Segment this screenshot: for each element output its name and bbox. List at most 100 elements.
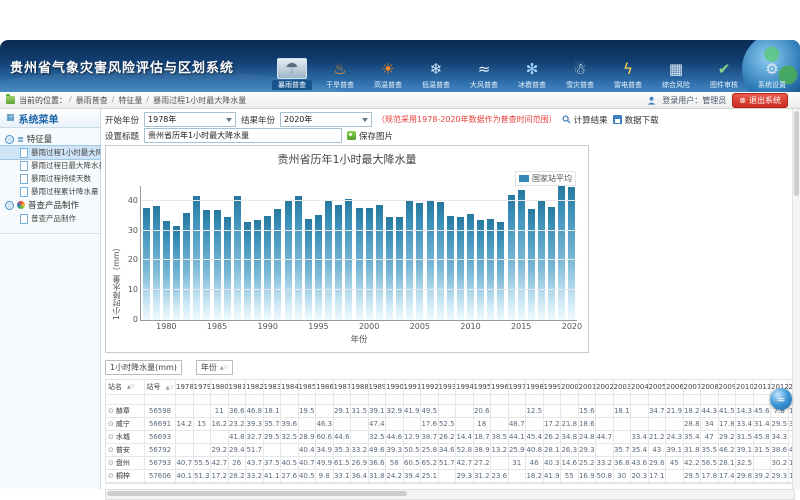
row-select-radio-icon[interactable]: ⊙ (108, 473, 114, 480)
col-year[interactable]: 1994 (456, 380, 474, 394)
tree-leaf[interactable]: 暴雨过程1小时最大降水量 (0, 146, 100, 159)
nav-item-system-settings[interactable]: ⚙系统设置 (752, 60, 792, 90)
nav-item-snow-survey[interactable]: ☃雪灾普查 (560, 60, 600, 90)
table-row[interactable]: ⊙赫章565981136.646.818.119.529.131.539.132… (106, 405, 794, 418)
nav-item-lightning-survey[interactable]: ϟ雷电普查 (608, 60, 648, 90)
bar-2019[interactable] (558, 186, 565, 320)
table-row[interactable]: ⊙盘州5679340.755.542.72643.737.540.540.749… (106, 457, 794, 470)
bar-1978[interactable] (143, 208, 150, 320)
nav-item-drought-survey[interactable]: ♨干旱普查 (320, 60, 360, 90)
nav-item-low-temp-survey[interactable]: ❄低温普查 (416, 60, 456, 90)
row-select-radio-icon[interactable]: ⊙ (108, 408, 114, 415)
sort-icons[interactable]: ▲▽ (127, 380, 135, 394)
end-year-select[interactable]: 2020年 (280, 112, 372, 127)
chart-legend[interactable]: 国家站平均 (515, 171, 576, 186)
blue-wave-badge-icon[interactable]: ≈ (770, 388, 792, 410)
logout-button[interactable]: ⊗ 退出系统 (732, 93, 788, 108)
col-year[interactable]: 2000 (561, 380, 579, 394)
col-year[interactable]: 2005 (649, 380, 667, 394)
col-year[interactable]: 1985 (299, 380, 317, 394)
bar-2006[interactable] (427, 201, 434, 320)
col-year[interactable]: 2001 (579, 380, 597, 394)
row-select-radio-icon[interactable]: ⊙ (108, 460, 114, 467)
table-row[interactable]: ⊙桐梓5760640.151.317.228.233.241.127.640.5… (106, 470, 794, 483)
nav-item-wind-survey[interactable]: ≈大风普查 (464, 60, 504, 90)
col-year[interactable]: 2010 (736, 380, 754, 394)
tree-leaf[interactable]: 暴雨过程持续天数 (0, 172, 100, 185)
vertical-scrollbar-thumb[interactable] (794, 111, 799, 196)
value-filter-box[interactable]: 1小时降水量(mm) (105, 360, 182, 375)
bar-1991[interactable] (274, 209, 281, 320)
bar-2000[interactable] (366, 208, 373, 320)
table-row[interactable]: ⊙水城5669341.832.729.532.528.960.644.632.5… (106, 431, 794, 444)
nav-item-map-review[interactable]: ✔图件审核 (704, 60, 744, 90)
col-year[interactable]: 1990 (386, 380, 404, 394)
breadcrumb-item[interactable]: 特征量 (118, 95, 142, 106)
col-year[interactable]: 1999 (544, 380, 562, 394)
bar-2007[interactable] (437, 202, 444, 320)
bar-2008[interactable] (447, 216, 454, 321)
col-year[interactable]: 2009 (719, 380, 737, 394)
bar-2013[interactable] (497, 222, 504, 320)
table-row[interactable]: ⊙威宁5669114.21516.223.239.335.739.646.347… (106, 418, 794, 431)
nav-item-hail-survey[interactable]: ✻冰雹普查 (512, 60, 552, 90)
bar-2005[interactable] (416, 203, 423, 320)
bar-1990[interactable] (264, 216, 271, 320)
bar-2014[interactable] (508, 195, 515, 320)
breadcrumb-item[interactable]: 暴雨过程1小时最大降水量 (153, 95, 246, 106)
bar-1994[interactable] (305, 219, 312, 321)
tree-branch[interactable]: 普查产品制作 (0, 198, 100, 212)
nav-item-rainstorm-survey[interactable]: ☂暴雨普查 (272, 58, 312, 90)
bar-1987[interactable] (234, 196, 241, 321)
bar-2004[interactable] (406, 201, 413, 320)
bar-1997[interactable] (335, 205, 342, 320)
row-select-radio-icon[interactable]: ⊙ (108, 434, 114, 441)
col-year[interactable]: 1980 (211, 380, 229, 394)
bar-1985[interactable] (214, 210, 221, 320)
col-year[interactable]: 1998 (526, 380, 544, 394)
bar-2012[interactable] (487, 219, 494, 321)
col-year[interactable]: 1983 (264, 380, 282, 394)
col-year[interactable]: 1982 (246, 380, 264, 394)
col-year[interactable]: 1978 (176, 380, 194, 394)
bar-2003[interactable] (396, 217, 403, 320)
bar-1981[interactable] (173, 226, 180, 320)
tree-branch[interactable]: ≣特征量 (0, 132, 100, 146)
bar-1983[interactable] (193, 196, 200, 321)
horizontal-scrollbar-thumb[interactable] (107, 491, 407, 496)
bar-1986[interactable] (224, 217, 231, 320)
bar-1993[interactable] (295, 196, 302, 320)
col-station-name[interactable]: 站名▲▽ (106, 380, 145, 394)
col-year[interactable]: 1986 (316, 380, 334, 394)
col-year[interactable]: 1996 (491, 380, 509, 394)
col-year[interactable]: 2008 (701, 380, 719, 394)
bar-2018[interactable] (548, 207, 555, 320)
col-year[interactable]: 2011 (754, 380, 772, 394)
col-year[interactable]: 2004 (631, 380, 649, 394)
col-year[interactable]: 1984 (281, 380, 299, 394)
row-select-radio-icon[interactable]: ⊙ (108, 421, 114, 428)
bar-1995[interactable] (315, 215, 322, 320)
year-sort-box[interactable]: 年份 ▲▽ (196, 360, 233, 375)
data-download-button[interactable]: 数据下载 (613, 114, 659, 126)
bar-2001[interactable] (376, 205, 383, 320)
tree-leaf[interactable]: 暴雨过程日最大降水量 (0, 159, 100, 172)
col-year[interactable]: 1987 (334, 380, 352, 394)
table-row[interactable]: ⊙普安5679229.229.451.740.434.935.333.249.6… (106, 444, 794, 457)
start-year-select[interactable]: 1978年 (144, 112, 236, 127)
bar-2016[interactable] (528, 209, 535, 320)
bar-2015[interactable] (518, 190, 525, 320)
bar-2002[interactable] (386, 217, 393, 320)
chart-title-input[interactable]: 贵州省历年1小时最大降水量 (144, 128, 342, 143)
bar-1999[interactable] (356, 208, 363, 320)
save-image-button[interactable]: 保存图片 (347, 130, 393, 142)
calculate-button[interactable]: 计算结果 (562, 114, 608, 126)
sort-icons[interactable]: ▲▽ (220, 365, 228, 371)
bar-1984[interactable] (203, 210, 210, 320)
col-year[interactable]: 1979 (194, 380, 212, 394)
nav-item-composite-risk[interactable]: ▦综合风险 (656, 60, 696, 90)
col-year[interactable]: 1993 (439, 380, 457, 394)
tree-leaf[interactable]: 普查产品制作 (0, 212, 100, 225)
col-year[interactable]: 1997 (509, 380, 527, 394)
col-year[interactable]: 2003 (614, 380, 632, 394)
